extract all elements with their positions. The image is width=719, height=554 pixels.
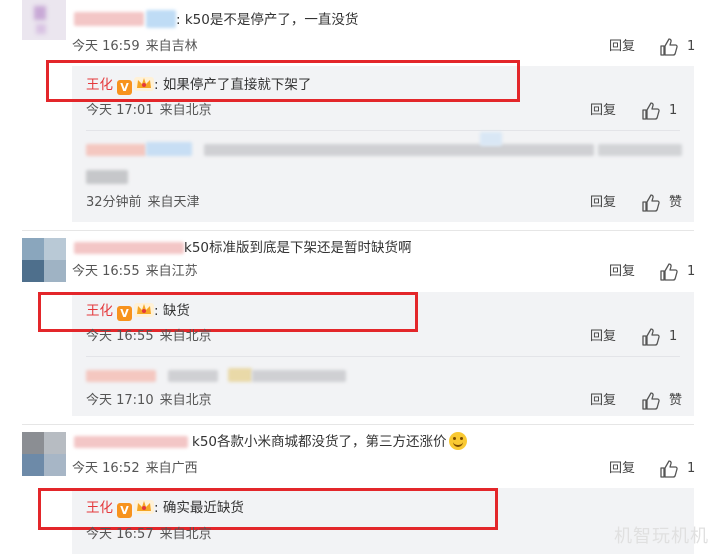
reply-meta: 今天 17:10 来自北京 [86, 392, 212, 410]
comment-meta: 今天 16:52 来自广西 [72, 460, 198, 478]
reply-meta: 今天 17:01 来自北京 [86, 102, 212, 120]
location: 来自天津 [147, 195, 200, 210]
timestamp: 今天 16:52 [72, 461, 140, 476]
location: 来自北京 [159, 393, 212, 408]
reply-text: 王化 V: 如果停产了直接就下架了 [86, 76, 312, 95]
blurred-text [168, 370, 218, 382]
verified-badge-icon: V [117, 306, 132, 321]
reply-button[interactable]: 回复 [590, 102, 616, 120]
username-blurred[interactable] [146, 10, 176, 28]
blurred-text [228, 368, 252, 382]
location: 来自北京 [159, 527, 212, 542]
timestamp: 今天 16:59 [72, 39, 140, 54]
timestamp: 32分钟前 [86, 195, 142, 210]
blurred-text [204, 144, 594, 156]
blurred-text [86, 370, 156, 382]
comment-text: k50各款小米商城都没货了，第三方还涨价 [192, 432, 467, 452]
divider [86, 130, 680, 131]
like-count: 1 [687, 264, 696, 279]
reply-button[interactable]: 回复 [590, 328, 616, 346]
comment-text: k50标准版到底是下架还是暂时缺货啊 [184, 240, 412, 256]
username-blurred[interactable] [74, 242, 184, 254]
crown-badge-icon [134, 302, 154, 317]
timestamp: 今天 16:55 [72, 264, 140, 279]
reply-button[interactable]: 回复 [609, 38, 635, 56]
like-label: 赞 [669, 195, 683, 210]
avatar[interactable] [22, 0, 66, 40]
thumbs-up-icon [660, 38, 678, 56]
blurred-text [598, 144, 682, 156]
watermark: 机智玩机机 [614, 526, 709, 547]
like-count: 1 [687, 461, 696, 476]
thumbs-up-icon [642, 194, 660, 212]
comment-meta: 今天 16:59 来自吉林 [72, 38, 198, 56]
timestamp: 今天 16:57 [86, 527, 154, 542]
divider [22, 230, 694, 231]
timestamp: 今天 17:10 [86, 393, 154, 408]
like-count: 1 [687, 39, 696, 54]
reply-meta: 今天 16:57 来自北京 [86, 526, 212, 544]
reply-text: 王化 V: 缺货 [86, 302, 190, 321]
author-name[interactable]: 王化 [86, 303, 113, 319]
blurred-text [86, 144, 146, 156]
smile-emoji-icon [448, 432, 467, 450]
comment-meta: 今天 16:55 来自江苏 [72, 263, 198, 281]
location: 来自北京 [159, 329, 212, 344]
username-blurred[interactable] [74, 12, 144, 26]
location: 来自江苏 [145, 264, 198, 279]
reply-button[interactable]: 回复 [590, 392, 616, 410]
avatar[interactable] [22, 432, 66, 476]
blurred-text [252, 370, 346, 382]
username-blurred[interactable] [74, 436, 188, 448]
verified-badge-icon: V [117, 80, 132, 95]
like-count: 1 [669, 329, 678, 344]
crown-badge-icon [134, 76, 154, 91]
divider [86, 356, 680, 357]
thumbs-up-icon [660, 263, 678, 281]
verified-badge-icon: V [117, 503, 132, 518]
reply-button[interactable]: 回复 [609, 460, 635, 478]
divider [22, 424, 694, 425]
blurred-text [480, 132, 502, 146]
blurred-text [146, 142, 192, 156]
location: 来自广西 [145, 461, 198, 476]
author-name[interactable]: 王化 [86, 77, 113, 93]
reply-button[interactable]: 回复 [609, 263, 635, 281]
reply-meta: 32分钟前 来自天津 [86, 194, 200, 212]
thumbs-up-icon [642, 102, 660, 120]
reply-button[interactable]: 回复 [590, 194, 616, 212]
timestamp: 今天 17:01 [86, 103, 154, 118]
thumbs-up-icon [642, 392, 660, 410]
avatar[interactable] [22, 238, 66, 282]
comment-text: : k50是不是停产了，一直没货 [176, 12, 359, 28]
reply-meta: 今天 16:55 来自北京 [86, 328, 212, 346]
timestamp: 今天 16:55 [86, 329, 154, 344]
thumbs-up-icon [660, 460, 678, 478]
like-count: 1 [669, 103, 678, 118]
location: 来自北京 [159, 103, 212, 118]
crown-badge-icon [134, 499, 154, 514]
location: 来自吉林 [145, 39, 198, 54]
author-name[interactable]: 王化 [86, 500, 113, 516]
like-label: 赞 [669, 393, 683, 408]
blurred-text [86, 170, 128, 184]
reply-text: 王化 V: 确实最近缺货 [86, 499, 244, 518]
thumbs-up-icon [642, 328, 660, 346]
